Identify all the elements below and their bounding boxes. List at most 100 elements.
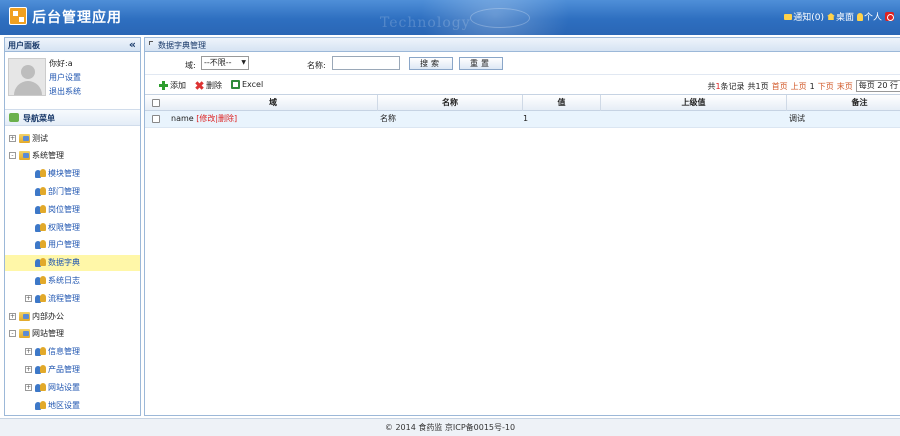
col-name[interactable]: 名称	[378, 95, 523, 111]
grid-header: 域 名称 值 上级值 备注	[145, 94, 900, 111]
collapse-tree-icon[interactable]: -	[9, 330, 16, 338]
header-watermark: Technology	[380, 15, 471, 31]
nav-menu-header: 导航菜单	[5, 110, 140, 126]
folder-icon	[19, 329, 30, 339]
user-panel-title: 用户面板	[8, 41, 40, 50]
personal-link[interactable]: 个人	[856, 10, 882, 23]
col-domain[interactable]: 域	[169, 95, 378, 111]
collapse-tree-icon[interactable]: -	[9, 152, 16, 160]
nav-item[interactable]: - 网站管理	[5, 326, 140, 342]
user-settings-link[interactable]: 用户设置	[49, 72, 81, 83]
home-icon	[826, 13, 835, 20]
search-button[interactable]: 搜索	[409, 57, 453, 70]
add-button[interactable]: 添加	[159, 80, 186, 91]
nav-item[interactable]: + 信息管理	[5, 344, 140, 360]
expand-icon[interactable]: +	[9, 134, 16, 142]
delete-button[interactable]: 删除	[195, 80, 222, 91]
pager: 共1条记录 共1页 首页 上页 1 下页 末页 每页 20 行	[707, 80, 900, 92]
people-icon	[35, 347, 46, 357]
header-links: 通知(0) 桌面 个人	[784, 10, 894, 23]
nav-item[interactable]: + 产品管理	[5, 361, 140, 377]
row-delete-link[interactable]: |删除]	[215, 114, 237, 123]
people-icon	[35, 382, 46, 392]
add-label: 添加	[170, 81, 186, 90]
reset-button[interactable]: 重置	[459, 57, 503, 70]
nav-item[interactable]: 地区设置	[5, 397, 140, 413]
nav-item[interactable]: 权限管理	[5, 219, 140, 235]
row-edit-link[interactable]: [修改	[196, 114, 215, 123]
pager-last[interactable]: 末页	[837, 81, 853, 92]
nav-item-label: 信息管理	[48, 347, 80, 357]
nav-menu-title: 导航菜单	[23, 114, 55, 123]
pager-prev[interactable]: 上页	[791, 81, 807, 92]
add-icon	[159, 81, 168, 90]
nav-item-label: 数据字典	[48, 258, 80, 268]
people-icon	[35, 204, 46, 214]
user-box: 你好:a 用户设置 退出系统	[5, 52, 140, 110]
header-ring	[470, 8, 530, 28]
nav-item[interactable]: + 测试	[5, 130, 140, 146]
nav-menu-icon	[9, 113, 19, 122]
corner-mark-icon	[149, 41, 153, 45]
search-bar: 域: --不限-- 名称: 搜索 重置	[145, 53, 900, 75]
row-checkbox[interactable]	[152, 115, 160, 123]
col-parent-value[interactable]: 上级值	[601, 95, 787, 111]
people-icon	[35, 293, 46, 303]
excel-label: Excel	[242, 80, 264, 89]
app-header: Technology 后台管理应用 通知(0) 桌面 个人	[0, 0, 900, 35]
cell-value: 1	[523, 114, 529, 123]
notifications-link[interactable]: 通知(0)	[784, 10, 824, 23]
nav-item[interactable]: 模块管理	[5, 166, 140, 182]
nav-item-label: 岗位管理	[48, 204, 80, 214]
user-panel-header: 用户面板 «	[5, 38, 140, 52]
people-icon	[35, 169, 46, 179]
power-icon[interactable]	[885, 12, 894, 21]
col-value[interactable]: 值	[523, 95, 601, 111]
page-title: 数据字典管理	[158, 41, 206, 50]
nav-item[interactable]: + 内部办公	[5, 308, 140, 324]
message-icon	[784, 13, 793, 20]
nav-item-label: 测试	[32, 133, 48, 143]
cell-name: 名称	[380, 114, 396, 123]
page-size-select[interactable]: 每页 20 行	[855, 80, 900, 92]
people-icon	[35, 364, 46, 374]
nav-item[interactable]: 部门管理	[5, 183, 140, 199]
nav-item-label: 网站设置	[48, 382, 80, 392]
nav-item[interactable]: 系统日志	[5, 272, 140, 288]
excel-button[interactable]: Excel	[231, 80, 263, 89]
logout-link[interactable]: 退出系统	[49, 86, 81, 97]
nav-item[interactable]: 数据字典	[5, 254, 140, 271]
nav-item[interactable]: + 流程管理	[5, 290, 140, 306]
table-row[interactable]: name [修改|删除] 名称 1 调试	[145, 111, 900, 128]
nav-item[interactable]: + 网站设置	[5, 379, 140, 395]
pager-next[interactable]: 下页	[818, 81, 834, 92]
delete-icon	[193, 79, 206, 92]
expand-icon[interactable]: +	[25, 383, 32, 391]
people-icon	[35, 186, 46, 196]
pager-first[interactable]: 首页	[772, 81, 788, 92]
nav-item[interactable]: 岗位管理	[5, 201, 140, 217]
avatar	[8, 58, 46, 96]
domain-select[interactable]: --不限--	[201, 56, 249, 70]
col-remark[interactable]: 备注	[787, 95, 900, 111]
toolbar: 添加 删除 Excel 共1条记录 共1页 首页 上页 1 下页 末页 每页 2…	[145, 78, 900, 93]
desktop-link[interactable]: 桌面	[826, 10, 854, 23]
expand-icon[interactable]: +	[25, 294, 32, 302]
collapse-icon[interactable]: «	[129, 38, 136, 51]
data-grid: 域 名称 值 上级值 备注 name [修改|删除] 名称 1 调试	[145, 94, 900, 128]
name-input[interactable]	[332, 56, 400, 70]
people-icon	[35, 275, 46, 285]
folder-icon	[19, 311, 30, 321]
select-all-checkbox[interactable]	[152, 99, 160, 107]
nav-item[interactable]: - 系统管理	[5, 148, 140, 164]
expand-icon[interactable]: +	[9, 312, 16, 320]
cell-remark: 调试	[789, 114, 805, 123]
sidebar: 用户面板 « 你好:a 用户设置 退出系统 导航菜单 + 测试 - 系统管理模块管理部…	[4, 37, 141, 416]
nav-item-label: 用户管理	[48, 240, 80, 250]
pager-pages: 共1页	[747, 81, 769, 91]
pager-current: 1	[809, 81, 815, 91]
notifications-label: 通知(0)	[793, 13, 824, 23]
expand-icon[interactable]: +	[25, 365, 32, 373]
expand-icon[interactable]: +	[25, 348, 32, 356]
nav-item[interactable]: 用户管理	[5, 237, 140, 253]
